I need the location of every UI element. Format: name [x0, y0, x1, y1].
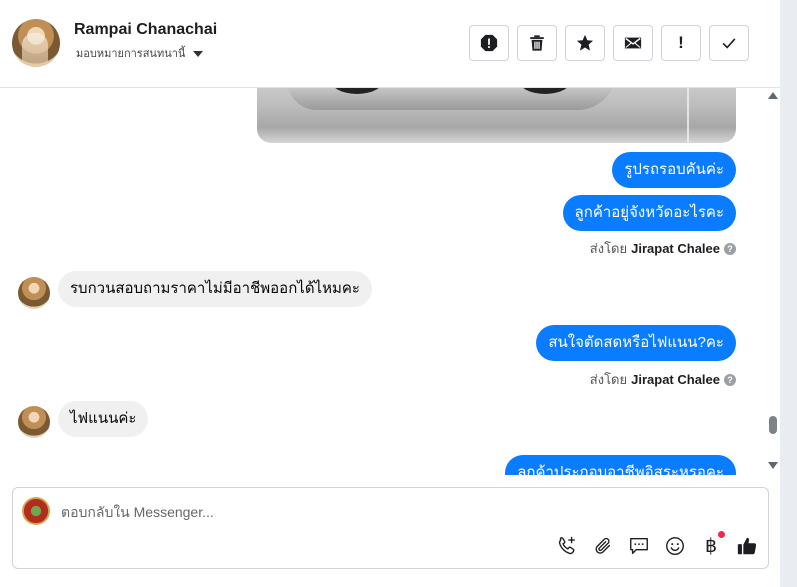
smiley-icon — [666, 537, 684, 555]
message-thread[interactable]: รูปรถรอบคันค่ะ ลูกค้าอยู่จังหวัดอะไรคะ ส… — [0, 88, 760, 475]
agent-name: Jirapat Chalee — [631, 372, 720, 387]
contact-avatar-small — [18, 406, 50, 438]
page-avatar — [22, 497, 50, 525]
assign-conversation-dropdown[interactable]: มอบหมายการสนทนานี้ — [76, 44, 204, 62]
reply-input[interactable] — [61, 502, 711, 522]
help-icon[interactable]: ? — [724, 242, 736, 255]
sent-by-note: ส่งโดย Jirapat Chalee ? — [590, 369, 736, 390]
phone-add-icon — [558, 536, 575, 555]
star-button[interactable] — [565, 25, 605, 61]
conversation-header: Rampai Chanachai มอบหมายการสนทนานี้ ! — [0, 0, 780, 88]
exclamation-icon: ! — [678, 33, 684, 52]
follow-up-button[interactable]: ! — [661, 25, 701, 61]
agent-name: Jirapat Chalee — [631, 241, 720, 256]
message-incoming[interactable]: รบกวนสอบถามราคาไม่มีอาชีพออกได้ไหมคะ — [58, 271, 372, 307]
sent-by-note: ส่งโดย Jirapat Chalee ? — [590, 238, 736, 259]
reply-composer: ฿ — [12, 487, 769, 569]
star-icon — [576, 34, 594, 51]
mark-unread-button[interactable] — [613, 25, 653, 61]
contact-avatar[interactable] — [12, 19, 60, 67]
scrollbar-thumb[interactable] — [769, 416, 777, 434]
attach-button[interactable] — [591, 534, 615, 558]
saved-replies-button[interactable] — [627, 534, 651, 558]
mark-spam-button[interactable] — [469, 25, 509, 61]
composer-tools: ฿ — [555, 531, 759, 558]
emoji-button[interactable] — [663, 534, 687, 558]
message-outgoing[interactable]: ลูกค้าอยู่จังหวัดอะไรคะ — [562, 195, 736, 231]
chevron-down-icon — [193, 50, 204, 57]
sent-by-label: ส่งโดย — [589, 241, 628, 256]
help-icon[interactable]: ? — [724, 373, 736, 386]
chat-bubble-icon — [630, 537, 648, 555]
payment-button[interactable]: ฿ — [699, 531, 725, 558]
thumbs-up-icon — [737, 537, 757, 555]
page-edge — [780, 0, 797, 587]
scroll-down-arrow[interactable] — [768, 462, 778, 469]
notification-dot — [718, 531, 725, 538]
like-button[interactable] — [735, 534, 759, 558]
paperclip-icon — [595, 537, 611, 554]
car-photo-attachment[interactable] — [257, 88, 736, 143]
messenger-conversation-panel: Rampai Chanachai มอบหมายการสนทนานี้ ! รู… — [0, 0, 797, 587]
message-incoming[interactable]: ไฟแนนค่ะ — [58, 401, 149, 437]
message-outgoing[interactable]: ลูกค้าประกอบอาชีพอิสระหรอคะ — [505, 455, 736, 475]
message-outgoing[interactable]: สนใจตัดสดหรือไฟแนน?คะ — [536, 325, 736, 361]
header-actions: ! — [469, 25, 749, 61]
delete-button[interactable] — [517, 25, 557, 61]
assign-label: มอบหมายการสนทนานี้ — [76, 48, 186, 60]
contact-avatar-small — [18, 277, 50, 309]
baht-icon: ฿ — [704, 535, 718, 557]
contact-name[interactable]: Rampai Chanachai — [74, 21, 217, 39]
message-outgoing[interactable]: รูปรถรอบคันค่ะ — [612, 152, 736, 188]
sent-by-label: ส่งโดย — [589, 372, 628, 387]
check-icon — [722, 38, 736, 49]
mark-done-button[interactable] — [709, 25, 749, 61]
envelope-icon — [624, 37, 642, 49]
spam-icon — [480, 34, 498, 52]
scroll-up-arrow[interactable] — [768, 92, 778, 99]
call-button[interactable] — [555, 534, 579, 558]
trash-icon — [530, 35, 544, 51]
